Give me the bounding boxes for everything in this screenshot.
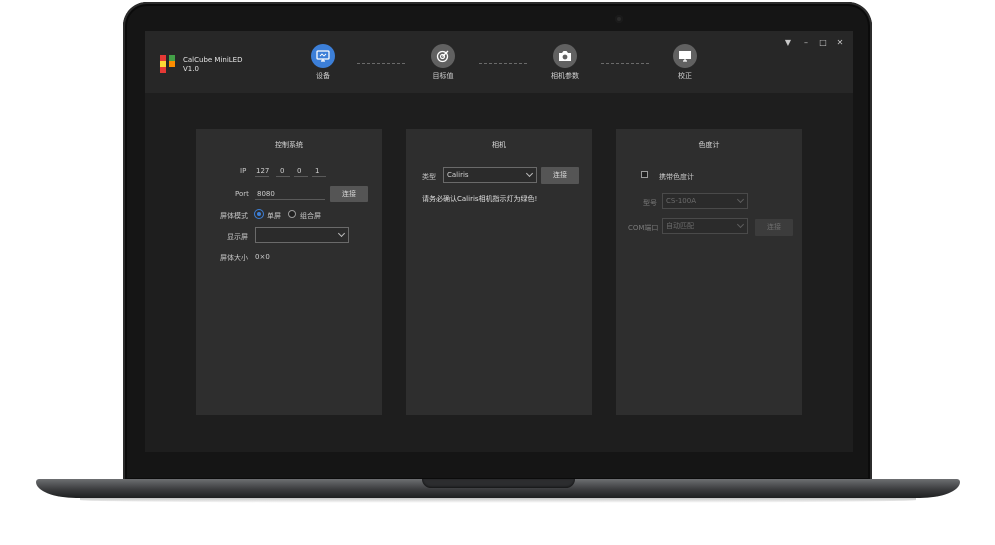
app-header: CalCube MiniLED V1.0 设备 目标值 相机参数 校正 ▼ – …	[145, 31, 853, 93]
step-device[interactable]: 设备	[303, 44, 343, 81]
monitor-icon	[311, 44, 335, 68]
screen-size-label: 屏体大小	[220, 254, 248, 262]
com-port-value: 自动匹配	[666, 222, 694, 230]
colorimeter-panel: 色度计 携带色度计 型号 CS-100A COM端口 自动匹配 连接	[616, 129, 802, 415]
step-label: 校正	[678, 72, 692, 80]
model-select[interactable]: CS-100A	[662, 193, 748, 209]
connect-control-button[interactable]: 连接	[330, 186, 368, 202]
menu-icon[interactable]: ▼	[783, 38, 793, 48]
control-system-panel: 控制系统 IP 127 0 0 1 Port 8080 连接 屏体模式 单屏 组…	[196, 129, 382, 415]
camera-type-value: Caliris	[447, 171, 469, 179]
panel-title: 相机	[492, 141, 506, 149]
screen-mode-label: 屏体模式	[220, 212, 248, 220]
screen-size-value: 0×0	[255, 253, 270, 261]
step-connector	[601, 63, 649, 64]
chevron-down-icon	[736, 220, 745, 229]
model-label: 型号	[643, 199, 657, 207]
model-value: CS-100A	[666, 197, 697, 205]
minimize-button[interactable]: –	[801, 38, 811, 48]
radio-combined-screen[interactable]	[288, 210, 296, 218]
maximize-button[interactable]: □	[818, 38, 828, 48]
target-icon	[431, 44, 455, 68]
step-camera-params[interactable]: 相机参数	[545, 44, 585, 81]
step-label: 相机参数	[551, 72, 579, 80]
step-target[interactable]: 目标值	[423, 44, 463, 81]
ip-octet-1-underline	[255, 176, 269, 177]
camera-type-select[interactable]: Caliris	[443, 167, 537, 183]
webcam	[615, 15, 623, 23]
ip-octet-4-underline	[312, 176, 326, 177]
panel-title: 控制系统	[275, 141, 303, 149]
ip-octet-3-underline	[294, 176, 308, 177]
connect-camera-button[interactable]: 连接	[541, 167, 579, 184]
port-label: Port	[235, 190, 249, 198]
step-label: 目标值	[432, 72, 454, 80]
com-port-select[interactable]: 自动匹配	[662, 218, 748, 234]
camera-notice: 请务必确认Caliris相机指示灯为绿色!	[422, 195, 538, 203]
chevron-down-icon	[525, 169, 534, 178]
ip-octet-3[interactable]: 0	[297, 167, 301, 175]
connect-colorimeter-button[interactable]: 连接	[755, 219, 793, 236]
step-calibration[interactable]: 校正	[665, 44, 705, 81]
ip-octet-2-underline	[276, 176, 290, 177]
carry-colorimeter-label: 携带色度计	[659, 173, 694, 181]
camera-icon	[553, 44, 577, 68]
app-version: V1.0	[183, 65, 199, 73]
panel-title: 色度计	[698, 141, 720, 149]
camera-type-label: 类型	[422, 173, 436, 181]
radio-single-label: 单屏	[267, 212, 281, 220]
ip-octet-2[interactable]: 0	[280, 167, 284, 175]
app-window: CalCube MiniLED V1.0 设备 目标值 相机参数 校正 ▼ – …	[145, 31, 853, 452]
app-logo	[160, 55, 176, 73]
chevron-down-icon	[337, 229, 346, 238]
radio-single-screen[interactable]	[255, 210, 263, 218]
display-icon	[673, 44, 697, 68]
step-connector	[357, 63, 405, 64]
app-title: CalCube MiniLED V1.0	[183, 56, 243, 74]
display-label: 显示屏	[227, 233, 248, 241]
chevron-down-icon	[736, 195, 745, 204]
close-button[interactable]: ✕	[835, 38, 845, 48]
laptop-notch	[422, 479, 575, 488]
camera-panel: 相机 类型 Caliris 连接 请务必确认Caliris相机指示灯为绿色!	[406, 129, 592, 415]
ip-octet-4[interactable]: 1	[315, 167, 319, 175]
carry-colorimeter-checkbox[interactable]	[641, 171, 648, 178]
port-underline	[255, 199, 325, 200]
com-port-label: COM端口	[628, 224, 659, 232]
display-select[interactable]	[255, 227, 349, 243]
ip-octet-1[interactable]: 127	[256, 167, 269, 175]
port-field[interactable]: 8080	[257, 190, 275, 198]
radio-combined-label: 组合屏	[300, 212, 321, 220]
app-name: CalCube MiniLED	[183, 56, 243, 64]
ip-label: IP	[240, 167, 247, 175]
step-label: 设备	[316, 72, 330, 80]
step-connector	[479, 63, 527, 64]
